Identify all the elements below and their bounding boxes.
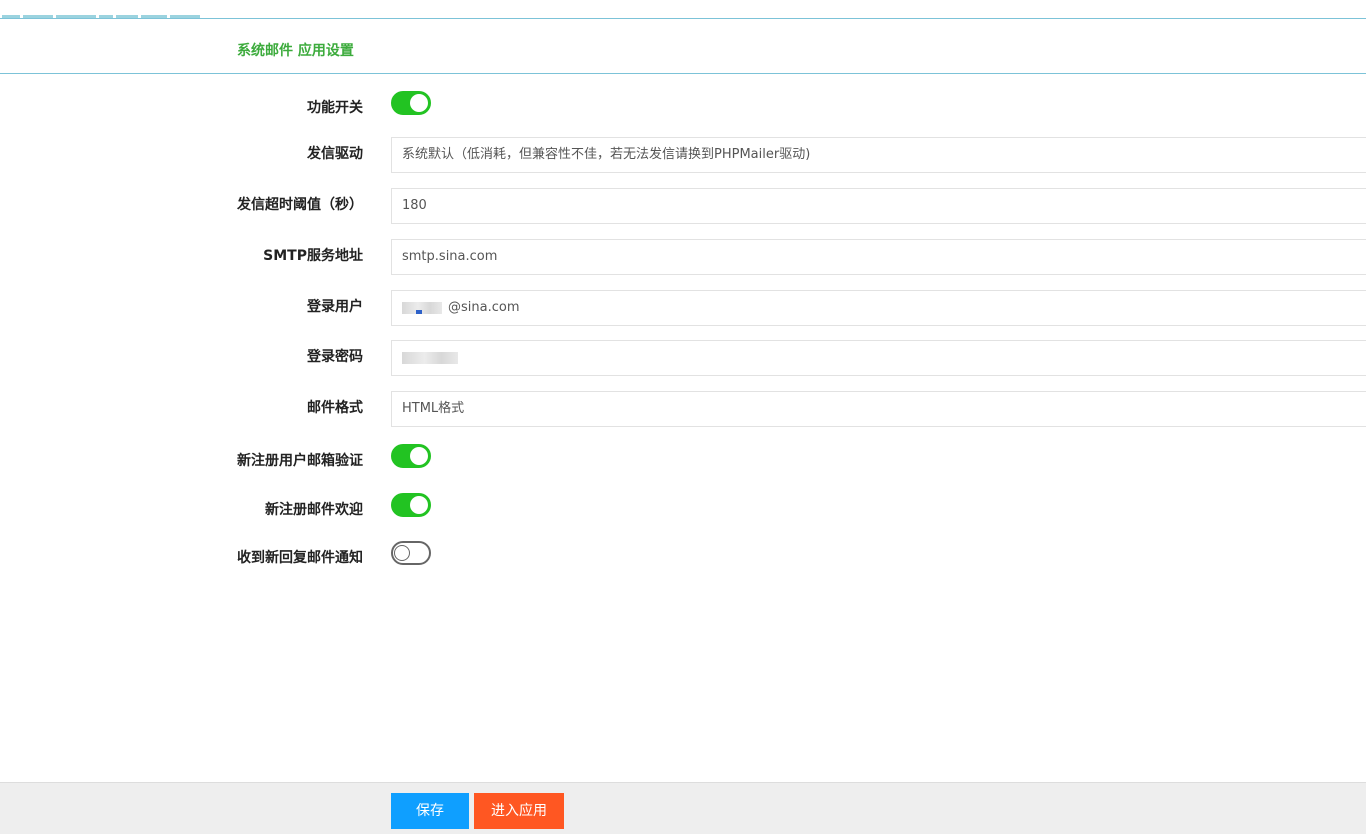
- toggle-knob: [394, 545, 410, 561]
- toggle-knob: [410, 447, 428, 465]
- enable-label: 功能开关: [307, 100, 363, 116]
- footer-bar: 保存 进入应用: [0, 782, 1366, 834]
- verify-toggle[interactable]: [391, 444, 431, 468]
- welcome-label: 新注册邮件欢迎: [265, 502, 363, 518]
- row-welcome: 新注册邮件欢迎: [0, 493, 1366, 531]
- toggle-knob: [410, 496, 428, 514]
- page-header: 系统邮件 应用设置: [0, 19, 1366, 74]
- settings-page: 系统邮件 应用设置 功能开关 发信驱动 系统默认（低消耗，但兼容性不佳，若无法发…: [0, 0, 1366, 834]
- format-label: 邮件格式: [307, 400, 363, 416]
- row-user: 登录用户 @sina.com: [0, 290, 1366, 328]
- row-reply-notify: 收到新回复邮件通知: [0, 541, 1366, 579]
- driver-select[interactable]: 系统默认（低消耗，但兼容性不佳，若无法发信请换到PHPMailer驱动): [391, 137, 1366, 173]
- row-enable: 功能开关: [0, 91, 1366, 129]
- toggle-knob: [410, 94, 428, 112]
- smtp-input[interactable]: smtp.sina.com: [391, 239, 1366, 275]
- timeout-input[interactable]: 180: [391, 188, 1366, 224]
- enable-toggle[interactable]: [391, 91, 431, 115]
- reply-notify-toggle[interactable]: [391, 541, 431, 565]
- masked-password: [402, 351, 458, 364]
- format-select[interactable]: HTML格式: [391, 391, 1366, 427]
- row-smtp: SMTP服务地址 smtp.sina.com: [0, 239, 1366, 277]
- user-input-value: @sina.com: [448, 300, 520, 315]
- enter-app-button[interactable]: 进入应用: [474, 793, 564, 829]
- masked-username: [402, 301, 442, 314]
- row-verify: 新注册用户邮箱验证: [0, 444, 1366, 482]
- password-label: 登录密码: [307, 349, 363, 365]
- row-driver: 发信驱动 系统默认（低消耗，但兼容性不佳，若无法发信请换到PHPMailer驱动…: [0, 137, 1366, 175]
- user-input[interactable]: @sina.com: [391, 290, 1366, 326]
- reply-notify-label: 收到新回复邮件通知: [237, 550, 363, 566]
- password-input[interactable]: [391, 340, 1366, 376]
- save-button[interactable]: 保存: [391, 793, 469, 829]
- user-label: 登录用户: [307, 299, 363, 315]
- row-timeout: 发信超时阈值（秒） 180: [0, 188, 1366, 226]
- row-password: 登录密码: [0, 340, 1366, 378]
- breadcrumb: [2, 10, 222, 18]
- smtp-label: SMTP服务地址: [263, 248, 363, 264]
- page-title: 系统邮件 应用设置: [237, 43, 354, 59]
- verify-label: 新注册用户邮箱验证: [237, 453, 363, 469]
- welcome-toggle[interactable]: [391, 493, 431, 517]
- driver-label: 发信驱动: [307, 146, 363, 162]
- row-format: 邮件格式 HTML格式: [0, 391, 1366, 429]
- timeout-label: 发信超时阈值（秒）: [237, 197, 363, 213]
